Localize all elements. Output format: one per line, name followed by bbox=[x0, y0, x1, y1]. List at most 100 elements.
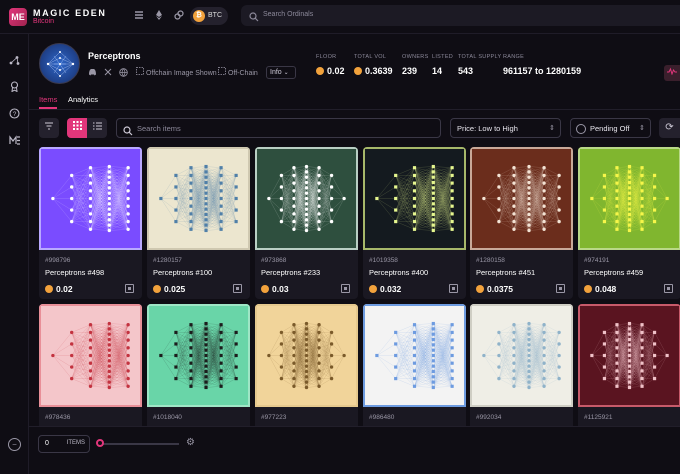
bitcoin-icon bbox=[476, 285, 484, 293]
item-image[interactable] bbox=[39, 147, 142, 250]
inscription-number: #986480 bbox=[369, 414, 395, 421]
item-card[interactable]: #998796 Perceptrons #498 0.02 bbox=[39, 147, 142, 299]
stat-label: RANGE bbox=[503, 54, 525, 60]
stat-owners: OWNERS 239 bbox=[402, 54, 429, 76]
selection-count-input[interactable]: 0 ITEMS bbox=[38, 435, 90, 453]
item-image[interactable] bbox=[255, 304, 358, 407]
inscription-number: #1019358 bbox=[369, 257, 398, 264]
offchain-frame-icon bbox=[218, 67, 228, 77]
item-image[interactable] bbox=[147, 304, 250, 407]
item-card[interactable]: #977223Perceptrons #102 bbox=[255, 304, 358, 430]
tab-analytics[interactable]: Analytics bbox=[68, 95, 98, 104]
chain-label: BTC bbox=[208, 12, 222, 19]
item-image[interactable] bbox=[39, 304, 142, 407]
grid-view-button[interactable] bbox=[67, 118, 87, 138]
award-icon[interactable] bbox=[8, 81, 21, 94]
svg-text:?: ? bbox=[13, 111, 17, 118]
global-search-input[interactable]: Search Ordinals bbox=[241, 5, 680, 26]
offchain-image-toggle[interactable]: Offchain Image Shown bbox=[136, 67, 217, 77]
item-card[interactable]: #1018040Perceptrons #488 bbox=[147, 304, 250, 430]
item-card[interactable]: #974191 Perceptrons #459 0.048 bbox=[578, 147, 680, 299]
brand-logo[interactable]: ME bbox=[9, 8, 27, 26]
inscription-number: #973868 bbox=[261, 257, 287, 264]
item-price: 0.032 bbox=[369, 284, 401, 294]
item-image[interactable] bbox=[255, 147, 358, 250]
sweep-slider-thumb[interactable] bbox=[96, 439, 104, 447]
brand-chain: Bitcoin bbox=[33, 18, 55, 25]
info-label: Info bbox=[270, 69, 282, 76]
sort-dropdown[interactable]: Price: Low to High ⇕ bbox=[450, 118, 561, 138]
refresh-button[interactable]: ⟳ bbox=[659, 118, 680, 138]
bitcoin-icon: ₿ bbox=[193, 10, 205, 22]
inscription-number: #974191 bbox=[584, 257, 610, 264]
sweep-slider-track[interactable] bbox=[99, 443, 179, 445]
info-dropdown[interactable]: Info ⌄ bbox=[266, 66, 296, 79]
stat-value: 961157 to 1280159 bbox=[503, 66, 582, 76]
me-rewards-icon[interactable] bbox=[8, 135, 21, 148]
filter-icon bbox=[44, 122, 54, 132]
website-globe-icon[interactable] bbox=[119, 68, 128, 79]
stat-label: OWNERS bbox=[402, 54, 429, 60]
item-card[interactable]: #1280157 Perceptrons #100 0.025 bbox=[147, 147, 250, 299]
pending-dropdown[interactable]: Pending Off ⇕ bbox=[570, 118, 651, 138]
item-name: Perceptrons #451 bbox=[476, 268, 536, 277]
x-twitter-icon[interactable] bbox=[104, 68, 112, 78]
collapse-sidebar-icon[interactable]: − bbox=[8, 438, 21, 451]
item-price: 0.03 bbox=[261, 284, 289, 294]
item-image[interactable] bbox=[363, 147, 466, 250]
help-icon[interactable]: ? bbox=[8, 108, 21, 121]
bitcoin-icon bbox=[316, 67, 324, 75]
stat-listed: LISTED 14 bbox=[432, 54, 453, 76]
chevron-down-icon: ⌄ bbox=[283, 70, 289, 76]
add-to-cart-icon[interactable] bbox=[125, 284, 134, 293]
item-image[interactable] bbox=[470, 147, 573, 250]
filter-toggle-button[interactable] bbox=[39, 118, 59, 138]
gear-icon[interactable]: ⚙ bbox=[186, 437, 195, 448]
link-icon[interactable] bbox=[172, 9, 186, 23]
item-image[interactable] bbox=[578, 147, 680, 250]
add-to-cart-icon[interactable] bbox=[556, 284, 565, 293]
add-to-cart-icon[interactable] bbox=[341, 284, 350, 293]
items-search-input[interactable]: Search items bbox=[116, 118, 441, 138]
tab-divider bbox=[29, 109, 680, 110]
activity-chart-button[interactable] bbox=[664, 65, 680, 81]
ethereum-icon[interactable] bbox=[152, 9, 166, 23]
item-image[interactable] bbox=[147, 147, 250, 250]
pending-status-icon bbox=[576, 124, 586, 134]
add-to-cart-icon[interactable] bbox=[449, 284, 458, 293]
stack-icon[interactable] bbox=[132, 9, 146, 23]
discord-icon[interactable] bbox=[88, 68, 97, 78]
bitcoin-icon bbox=[354, 67, 362, 75]
selection-count: 0 bbox=[45, 440, 49, 447]
stat-label: TOTAL SUPPLY bbox=[458, 54, 502, 60]
inscription-number: #978436 bbox=[45, 414, 71, 421]
item-card[interactable]: #986480Perceptrons #292 bbox=[363, 304, 466, 430]
item-card[interactable]: #1019358 Perceptrons #400 0.032 bbox=[363, 147, 466, 299]
item-card[interactable]: #992034Perceptrons #168 bbox=[470, 304, 573, 430]
share-network-icon[interactable] bbox=[8, 55, 21, 68]
price-value: 0.0375 bbox=[487, 284, 513, 294]
brand-name[interactable]: MAGIC EDEN bbox=[33, 8, 107, 18]
stat-value: 543 bbox=[458, 66, 474, 76]
add-to-cart-icon[interactable] bbox=[233, 284, 242, 293]
items-search-placeholder: Search items bbox=[137, 124, 181, 133]
item-card[interactable]: #1280158 Perceptrons #451 0.0375 bbox=[470, 147, 573, 299]
item-card[interactable]: #973868 Perceptrons #233 0.03 bbox=[255, 147, 358, 299]
list-view-button[interactable] bbox=[87, 118, 107, 138]
item-card[interactable]: #978436Perceptrons #265 bbox=[39, 304, 142, 430]
offchain-toggle[interactable]: Off-Chain bbox=[218, 67, 258, 77]
chain-selector[interactable]: ₿ BTC bbox=[190, 7, 228, 25]
item-name: Perceptrons #459 bbox=[584, 268, 644, 277]
tab-items[interactable]: Items bbox=[39, 95, 57, 104]
item-image[interactable] bbox=[578, 304, 680, 407]
item-image[interactable] bbox=[363, 304, 466, 407]
item-card[interactable]: #1125921Perceptrons #149 bbox=[578, 304, 680, 430]
stat-total-supply: TOTAL SUPPLY 543 bbox=[458, 54, 501, 76]
chevron-updown-icon: ⇕ bbox=[639, 125, 645, 132]
item-image[interactable] bbox=[470, 304, 573, 407]
add-to-cart-icon[interactable] bbox=[664, 284, 673, 293]
inscription-number: #1018040 bbox=[153, 414, 182, 421]
bitcoin-icon bbox=[584, 285, 592, 293]
inscription-number: #1125921 bbox=[584, 414, 613, 421]
inscription-number: #998796 bbox=[45, 257, 71, 264]
